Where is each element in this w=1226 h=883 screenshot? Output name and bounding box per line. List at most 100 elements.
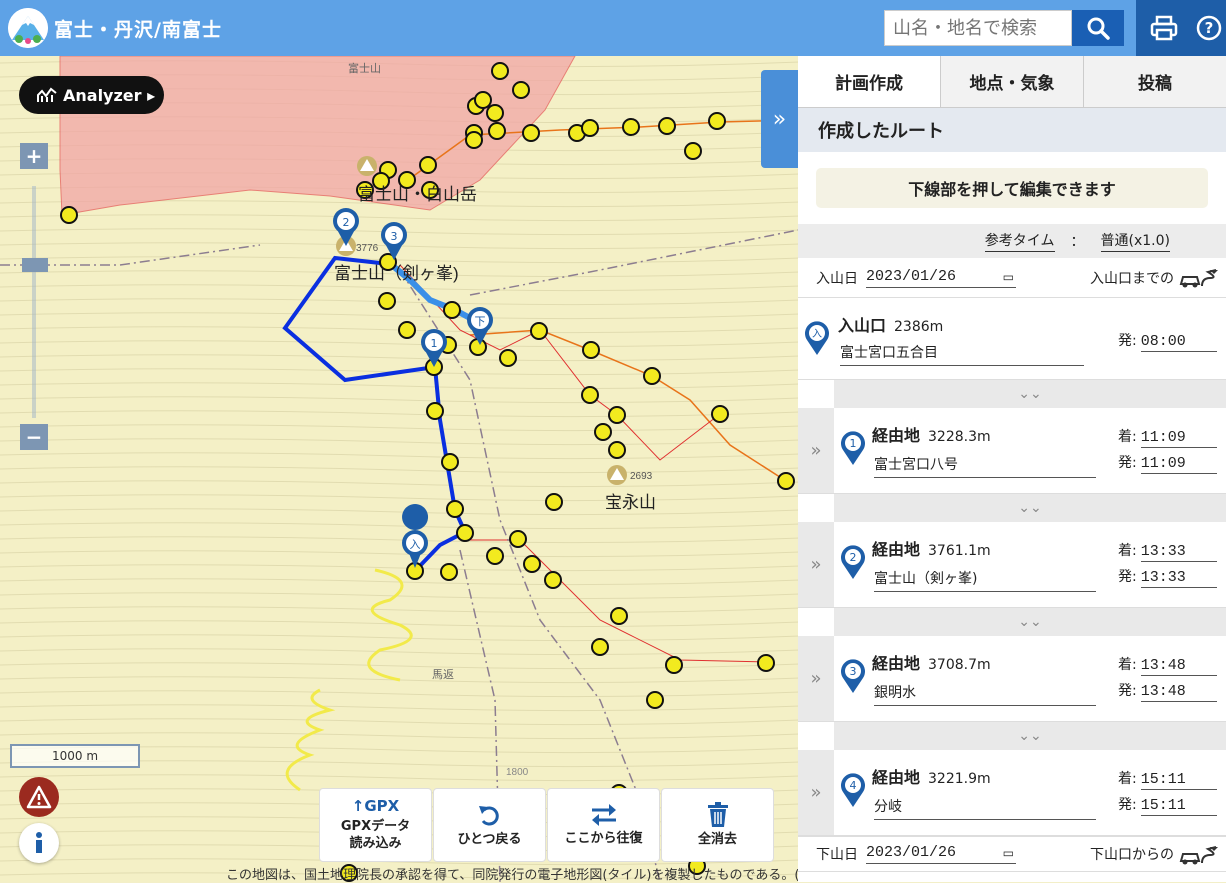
help-button[interactable]: ? (1192, 0, 1226, 56)
roundtrip-button[interactable]: ここから往復 (547, 788, 660, 862)
zoom-in-button[interactable]: + (20, 143, 48, 169)
stop-waypoint-3: » 3 経由地 3708.7m 銀明水 着: 13:48 発: 13:48 (798, 636, 1226, 722)
stop-arrive[interactable]: 着: 11:09 (1118, 426, 1217, 448)
tab-point-weather[interactable]: 地点・気象 (940, 56, 1083, 107)
expand-button[interactable]: » (798, 522, 834, 607)
tab-post[interactable]: 投稿 (1083, 56, 1226, 107)
zoom-out-button[interactable]: − (20, 424, 48, 450)
svg-text:4: 4 (850, 779, 857, 792)
analyzer-button[interactable]: Analyzer ▸ (19, 76, 164, 114)
calendar-icon: ▭ (1002, 847, 1014, 861)
expand-button[interactable]: » (798, 636, 834, 721)
segment-separator[interactable]: ⌄⌄ (834, 494, 1226, 522)
chevron-down-icon: ⌄⌄ (1018, 386, 1042, 402)
map-toolbar: ↑GPX GPXデータ 読み込み ひとつ戻る ここから往復 全消去 (319, 788, 775, 862)
map-pin-icon: 3 (841, 659, 865, 693)
calendar-icon: ▭ (1002, 270, 1014, 285)
segment-separator[interactable]: ⌄⌄ (834, 380, 1226, 408)
stop-elevation: 3228.3m (928, 429, 991, 445)
gpx-label-2: 読み込み (349, 836, 402, 851)
stop-elevation: 3761.1m (928, 543, 991, 559)
roundtrip-label: ここから往復 (564, 831, 643, 846)
map-label-fujisan-small: 富士山 (348, 61, 381, 75)
car-icon[interactable] (1178, 845, 1220, 867)
question-icon: ? (1196, 15, 1222, 41)
chevron-down-icon: ⌄⌄ (1018, 728, 1042, 744)
stop-waypoint-1: » 1 経由地 3228.3m 富士宮口八号 着: 11:09 発: 11:09 (798, 408, 1226, 494)
search-input[interactable] (884, 10, 1072, 46)
end-date-input[interactable]: 2023/01/26 ▭ (866, 844, 1016, 864)
expand-button[interactable]: » (798, 408, 834, 493)
map-label-elev-2693: 2693 (630, 471, 653, 482)
start-date-input[interactable]: 2023/01/26 ▭ (866, 268, 1016, 288)
page-title: 富士・丹沢/南富士 (54, 18, 222, 41)
panel-collapse-button[interactable]: » (761, 70, 798, 168)
analyzer-label: Analyzer ▸ (63, 85, 156, 105)
gpx-label-1: GPXデータ (340, 819, 411, 834)
stop-place-field[interactable]: 銀明水 (874, 682, 1096, 706)
map-label-contour-1800: 1800 (506, 767, 529, 778)
segment-separator[interactable]: ⌄⌄ (834, 608, 1226, 636)
app-logo[interactable] (8, 8, 48, 48)
chart-icon (37, 87, 57, 102)
map-label-umagaeshi: 馬返 (432, 668, 454, 681)
scale-bar: 1000 m (10, 744, 140, 768)
svg-text:2: 2 (850, 551, 857, 564)
svg-text:1: 1 (850, 437, 857, 450)
stop-start: 入 入山口 2386m 富士宮口五合目 発: 08:00 (798, 298, 1226, 380)
stop-place-field[interactable]: 富士山（剣ヶ峯) (874, 568, 1096, 592)
stop-type: 入山口 2386m (838, 316, 944, 335)
warning-icon (26, 785, 52, 809)
map-pin-icon: 1 (841, 431, 865, 465)
stop-waypoint-4: » 4 経由地 3221.9m 分岐 着: 15:11 発: 15:11 (798, 750, 1226, 836)
stop-arrive[interactable]: 着: 15:11 (1118, 768, 1217, 790)
stop-type: 経由地 3708.7m (872, 654, 991, 673)
stop-depart[interactable]: 発: 13:48 (1118, 680, 1217, 702)
svg-text:2: 2 (343, 216, 350, 229)
clear-label: 全消去 (697, 832, 737, 847)
peak-icon (607, 465, 627, 485)
chevron-down-icon: ⌄⌄ (1018, 500, 1042, 516)
end-date-label: 下山日 (816, 847, 858, 863)
mountain-logo-icon (8, 8, 48, 48)
svg-text:下: 下 (475, 315, 486, 328)
stop-place-field[interactable]: 分岐 (874, 796, 1096, 820)
edit-hint: 下線部を押して編集できます (816, 168, 1208, 208)
swap-arrows-icon (591, 804, 616, 826)
chevron-right-icon: » (810, 782, 822, 803)
car-icon[interactable] (1178, 268, 1220, 290)
undo-button[interactable]: ひとつ戻る (433, 788, 546, 862)
warning-button[interactable] (19, 777, 59, 817)
stop-type: 経由地 3228.3m (872, 426, 991, 445)
info-button[interactable] (19, 823, 59, 863)
stop-type: 経由地 3221.9m (872, 768, 991, 787)
stop-place-field[interactable]: 富士宮口五合目 (840, 342, 1084, 366)
info-icon (36, 832, 42, 853)
gpx-import-button[interactable]: ↑GPX GPXデータ 読み込み (319, 788, 432, 862)
stop-depart[interactable]: 発: 15:11 (1118, 794, 1217, 816)
stop-arrive[interactable]: 着: 13:33 (1118, 540, 1217, 562)
svg-text:3: 3 (850, 665, 857, 678)
search-button[interactable] (1072, 10, 1124, 46)
ref-time-select[interactable]: 普通(x1.0) (1100, 230, 1170, 252)
stop-depart[interactable]: 発: 08:00 (1118, 330, 1217, 352)
stop-depart[interactable]: 発: 13:33 (1118, 566, 1217, 588)
zoom-slider-handle[interactable] (22, 258, 48, 272)
stop-depart[interactable]: 発: 11:09 (1118, 452, 1217, 474)
stop-place-field[interactable]: 富士宮口八号 (874, 454, 1096, 478)
ref-time-label[interactable]: 参考タイム (984, 230, 1055, 252)
map-label-hoeizan: 宝永山 (605, 493, 656, 512)
double-chevron-right-icon: » (772, 106, 787, 132)
stop-elevation: 2386m (894, 319, 944, 335)
chevron-right-icon: » (810, 668, 822, 689)
print-button[interactable] (1136, 0, 1192, 56)
stop-elevation: 3221.9m (928, 771, 991, 787)
map-pin-icon: 2 (841, 545, 865, 579)
stop-arrive[interactable]: 着: 13:48 (1118, 654, 1217, 676)
tab-plan[interactable]: 計画作成 (798, 56, 940, 107)
segment-separator[interactable]: ⌄⌄ (834, 722, 1226, 750)
chevron-down-icon: ⌄⌄ (1018, 614, 1042, 630)
zoom-slider-track[interactable] (32, 186, 36, 418)
expand-button[interactable]: » (798, 750, 834, 835)
clear-all-button[interactable]: 全消去 (661, 788, 774, 862)
